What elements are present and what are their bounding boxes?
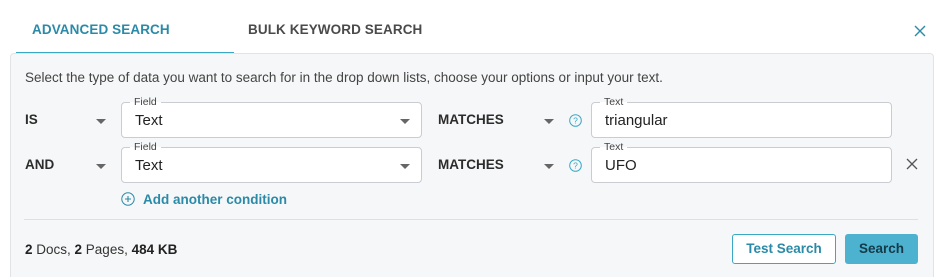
operator-select-1[interactable]: IS bbox=[25, 112, 38, 127]
match-label: MATCHES bbox=[438, 157, 504, 172]
chevron-down-icon[interactable] bbox=[96, 119, 106, 125]
text-legend: Text bbox=[600, 95, 628, 109]
help-circle-icon[interactable]: ? bbox=[569, 114, 582, 127]
tab-advanced-search-builder[interactable]: ADVANCED SEARCH BUILDER bbox=[16, 0, 234, 97]
pages-label: Pages, bbox=[82, 242, 132, 257]
svg-text:?: ? bbox=[573, 116, 578, 126]
chevron-down-icon[interactable] bbox=[96, 164, 106, 170]
field-value: Text bbox=[135, 112, 163, 129]
text-input-2[interactable]: Text UFO bbox=[591, 140, 892, 183]
chevron-down-icon bbox=[400, 164, 410, 170]
close-icon[interactable] bbox=[910, 21, 930, 41]
tab-bulk-keyword-search[interactable]: BULK KEYWORD SEARCH bbox=[248, 0, 422, 53]
field-value: Text bbox=[135, 157, 163, 174]
divider bbox=[24, 219, 918, 220]
instructions-text: Select the type of data you want to sear… bbox=[25, 70, 663, 85]
pages-count: 2 bbox=[74, 242, 83, 257]
field-legend: Field bbox=[130, 95, 161, 109]
operator-select-2[interactable]: AND bbox=[25, 157, 54, 172]
svg-text:?: ? bbox=[573, 161, 578, 171]
operator-label: AND bbox=[25, 157, 55, 172]
field-select-1[interactable]: Field Text bbox=[121, 95, 422, 138]
match-label: MATCHES bbox=[438, 112, 504, 127]
operator-label: IS bbox=[25, 112, 38, 127]
chevron-down-icon[interactable] bbox=[544, 119, 554, 125]
docs-count: 2 bbox=[25, 242, 33, 257]
chevron-down-icon bbox=[400, 119, 410, 125]
size-value: 484 KB bbox=[131, 242, 178, 257]
test-search-button[interactable]: Test Search bbox=[732, 234, 836, 264]
text-legend: Text bbox=[600, 140, 628, 154]
text-value: UFO bbox=[605, 157, 637, 174]
search-button[interactable]: Search bbox=[845, 234, 918, 264]
text-input-1[interactable]: Text triangular bbox=[591, 95, 892, 138]
text-value: triangular bbox=[605, 112, 668, 129]
docs-label: Docs, bbox=[32, 242, 75, 257]
match-select-1[interactable]: MATCHES bbox=[438, 112, 504, 127]
field-legend: Field bbox=[130, 140, 161, 154]
remove-condition-icon[interactable] bbox=[905, 157, 919, 171]
help-circle-icon[interactable]: ? bbox=[569, 159, 582, 172]
match-select-2[interactable]: MATCHES bbox=[438, 157, 504, 172]
chevron-down-icon[interactable] bbox=[544, 164, 554, 170]
tab-bar: ADVANCED SEARCH BUILDER BULK KEYWORD SEA… bbox=[0, 0, 936, 97]
plus-circle-icon bbox=[121, 192, 135, 206]
add-condition-label: Add another condition bbox=[143, 191, 287, 207]
add-condition-button[interactable]: Add another condition bbox=[121, 191, 287, 207]
results-summary: 2 Docs, 2 Pages, 484 KB bbox=[25, 242, 177, 257]
field-select-2[interactable]: Field Text bbox=[121, 140, 422, 183]
